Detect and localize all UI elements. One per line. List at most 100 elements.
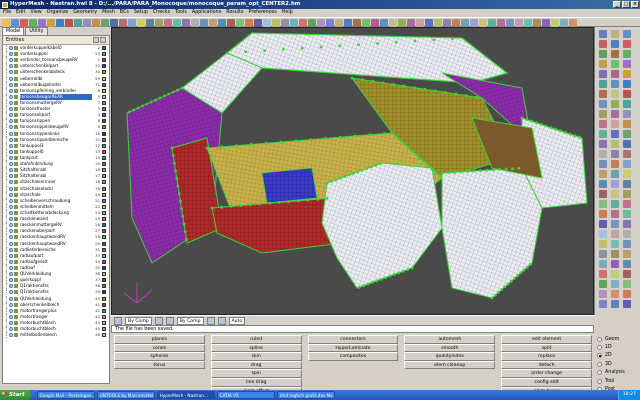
component-color-swatch[interactable]: [102, 156, 106, 161]
visibility-icon[interactable]: [9, 131, 13, 136]
toolbar-tool-icon[interactable]: [47, 19, 55, 27]
view-tool-icon[interactable]: [623, 120, 631, 128]
visibility-icon[interactable]: [9, 308, 13, 313]
view-tool-icon[interactable]: [599, 220, 607, 228]
menu-organize[interactable]: Organize: [47, 9, 69, 17]
visibility-icon[interactable]: [9, 107, 13, 112]
visibility-icon[interactable]: [9, 272, 13, 277]
visibility-icon[interactable]: [9, 119, 13, 124]
view-tool-icon[interactable]: [611, 260, 619, 268]
toolbar-tool-icon[interactable]: [281, 19, 289, 27]
component-color-swatch[interactable]: [102, 131, 106, 136]
toolbar-tool-icon[interactable]: [245, 19, 253, 27]
taskbar-item[interactable]: HyperMesh - Nastran...: [156, 391, 215, 399]
component-color-swatch[interactable]: [102, 290, 106, 295]
maximize-button[interactable]: □: [622, 1, 630, 8]
radio-dot[interactable]: [597, 345, 602, 351]
view-tool-icon[interactable]: [623, 300, 631, 308]
visibility-icon[interactable]: [9, 156, 13, 161]
visibility-icon[interactable]: [9, 223, 13, 228]
component-color-swatch[interactable]: [102, 327, 106, 332]
visibility-icon[interactable]: [9, 278, 13, 283]
toolbar-tool-icon[interactable]: [56, 19, 64, 27]
toolbar-tool-icon[interactable]: [344, 19, 352, 27]
toolbar-tool-icon[interactable]: [479, 19, 487, 27]
visibility-icon[interactable]: [9, 64, 13, 69]
view-tool-icon[interactable]: [599, 170, 607, 178]
view-tool-icon[interactable]: [623, 80, 631, 88]
radio-dot[interactable]: [597, 370, 602, 376]
view-tool-icon[interactable]: [599, 120, 607, 128]
component-color-swatch[interactable]: [102, 149, 106, 154]
view-tool-icon[interactable]: [611, 50, 619, 58]
view-tool-icon[interactable]: [623, 140, 631, 148]
toolbar-tool-icon[interactable]: [389, 19, 397, 27]
toolbar-tool-icon[interactable]: [29, 19, 37, 27]
view-tool-icon[interactable]: [623, 240, 631, 248]
panel-button-skin[interactable]: skin: [210, 352, 302, 361]
component-color-swatch[interactable]: [102, 308, 106, 313]
component-color-swatch[interactable]: [102, 284, 106, 289]
visibility-icon[interactable]: [9, 58, 13, 63]
visibility-icon[interactable]: [9, 186, 13, 191]
view-tool-icon[interactable]: [611, 300, 619, 308]
component-color-swatch[interactable]: [102, 143, 106, 148]
panel-button-cones[interactable]: cones: [114, 343, 205, 353]
view-options-icon[interactable]: [206, 316, 215, 325]
view-tool-icon[interactable]: [599, 210, 607, 218]
view-tool-icon[interactable]: [623, 70, 631, 78]
menu-edit[interactable]: Edit: [16, 9, 25, 17]
toolbar-tool-icon[interactable]: [326, 19, 334, 27]
component-color-swatch[interactable]: [102, 162, 106, 167]
component-color-swatch[interactable]: [102, 229, 106, 234]
radio-2d[interactable]: 2D: [597, 352, 640, 360]
panel-button-detach[interactable]: detach: [501, 360, 592, 370]
visibility-icon[interactable]: [9, 211, 13, 215]
toolbar-tool-icon[interactable]: [263, 19, 271, 27]
radio-dot[interactable]: [597, 361, 602, 367]
view-tool-icon[interactable]: [599, 80, 607, 88]
view-tool-icon[interactable]: [623, 170, 631, 178]
toolbar-tool-icon[interactable]: [425, 19, 433, 27]
toolbar-tool-icon[interactable]: [452, 19, 460, 27]
toolbar-tool-icon[interactable]: [416, 19, 424, 27]
toolbar-tool-icon[interactable]: [371, 19, 379, 27]
panel-button-connectors[interactable]: connectors: [307, 335, 399, 344]
visibility-icon[interactable]: [9, 217, 13, 222]
toolbar-tool-icon[interactable]: [515, 19, 523, 27]
mesh-mode-icon[interactable]: [154, 316, 163, 325]
view-tool-icon[interactable]: [623, 150, 631, 158]
radio-dot[interactable]: [597, 336, 602, 342]
view-tool-icon[interactable]: [623, 210, 631, 218]
visibility-icon[interactable]: [9, 88, 13, 93]
view-tool-icon[interactable]: [611, 250, 619, 258]
view-tool-icon[interactable]: [611, 60, 619, 68]
toolbar-tool-icon[interactable]: [119, 19, 127, 27]
menu-tools[interactable]: Tools: [175, 9, 187, 17]
visibility-icon[interactable]: [9, 253, 13, 258]
component-color-swatch[interactable]: [102, 70, 106, 75]
view-tool-icon[interactable]: [623, 190, 631, 198]
visibility-icon[interactable]: [9, 143, 13, 148]
visibility-icon[interactable]: [9, 327, 13, 332]
toolbar-tool-icon[interactable]: [308, 19, 316, 27]
component-color-swatch[interactable]: [102, 52, 106, 57]
view-tool-icon[interactable]: [599, 240, 607, 248]
visibility-icon[interactable]: [9, 137, 13, 142]
shaded-mode-icon[interactable]: [114, 316, 122, 325]
view-tool-icon[interactable]: [623, 30, 631, 38]
visibility-icon[interactable]: [9, 168, 13, 173]
view-tool-icon[interactable]: [599, 160, 607, 168]
toolbar-tool-icon[interactable]: [353, 19, 361, 27]
visibility-icon[interactable]: [9, 125, 13, 130]
tab-model[interactable]: Model: [2, 27, 25, 35]
menu-applications[interactable]: Applications: [192, 9, 221, 17]
view-tool-icon[interactable]: [599, 260, 607, 268]
visibility-icon[interactable]: [9, 284, 13, 289]
component-color-swatch[interactable]: [102, 101, 106, 106]
visibility-icon[interactable]: [9, 333, 13, 338]
view-tool-icon[interactable]: [599, 190, 607, 198]
panel-button-torus[interactable]: torus: [114, 360, 205, 370]
toolbar-tool-icon[interactable]: [191, 19, 199, 27]
view-tool-icon[interactable]: [599, 250, 607, 258]
